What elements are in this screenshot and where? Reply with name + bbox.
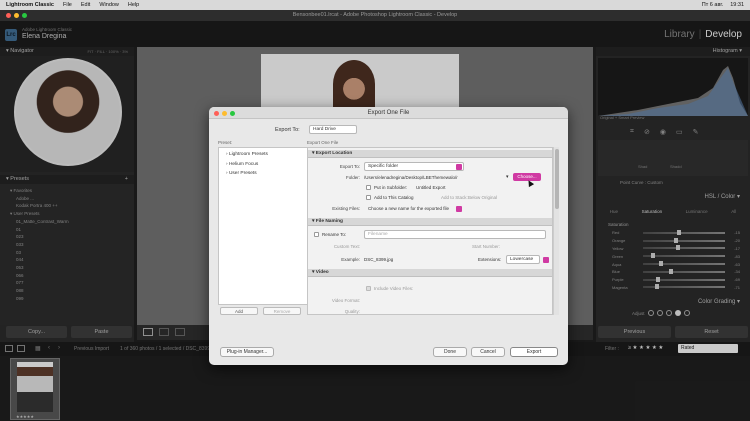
example-label: Example: bbox=[341, 257, 360, 262]
preset-label: Preset: bbox=[218, 140, 233, 145]
subfolder-checkbox[interactable] bbox=[366, 185, 371, 190]
settings-label: Export One File bbox=[307, 140, 339, 145]
rename-checkbox[interactable] bbox=[314, 232, 319, 237]
window-titlebar: Bensonbee01.lrcat - Adobe Photoshop Ligh… bbox=[0, 10, 750, 21]
folder-label: Folder: bbox=[345, 175, 360, 180]
add-to-catalog-checkbox[interactable] bbox=[366, 195, 371, 200]
window-title: Bensonbee01.lrcat - Adobe Photoshop Ligh… bbox=[292, 12, 458, 18]
export-settings: ▾ Export Location Export To: Specific fo… bbox=[307, 147, 553, 315]
menu-date: Пт 6 авг. bbox=[701, 2, 724, 8]
stack-position-select[interactable]: Below Original bbox=[468, 195, 497, 200]
quality-label: Quality: bbox=[344, 309, 360, 314]
done-button[interactable]: Done bbox=[433, 347, 467, 357]
video-format-label: Video Format: bbox=[331, 298, 360, 303]
export-button[interactable]: Export bbox=[510, 347, 558, 357]
folder-dropdown-icon[interactable]: ▾ bbox=[506, 174, 509, 180]
menu-help[interactable]: Help bbox=[128, 2, 139, 8]
export-to-field-label: Export To: bbox=[339, 164, 360, 169]
preset-tree: › Lightroom Presets › Helium Focus › Use… bbox=[218, 147, 311, 305]
dialog-close-icon[interactable] bbox=[214, 110, 219, 116]
menu-app[interactable]: Lightroom Classic bbox=[6, 2, 54, 8]
dialog-title: Export One File bbox=[367, 110, 410, 116]
start-number-label: Start Number: bbox=[472, 244, 501, 249]
close-window-icon[interactable] bbox=[6, 13, 11, 18]
preset-folder[interactable]: › Helium Focus bbox=[219, 160, 310, 170]
subfolder-name[interactable]: Untitled Export bbox=[416, 185, 446, 190]
section-file-naming[interactable]: ▾ File Naming bbox=[308, 218, 552, 226]
include-video-checkbox[interactable] bbox=[366, 286, 371, 291]
example-filename: DSC_8399.jpg bbox=[364, 257, 394, 262]
preset-folder[interactable]: › User Presets bbox=[219, 169, 310, 179]
existing-files-select[interactable]: Choose a new name for the exported file bbox=[368, 206, 449, 211]
zoom-window-icon[interactable] bbox=[22, 13, 27, 18]
dialog-zoom-icon[interactable] bbox=[230, 110, 235, 116]
section-video[interactable]: ▾ Video bbox=[308, 269, 552, 277]
menu-window[interactable]: Window bbox=[99, 2, 119, 8]
dialog-minimize-icon[interactable] bbox=[222, 110, 227, 116]
dialog-titlebar: Export One File bbox=[209, 107, 568, 119]
menu-time: 19:31 bbox=[730, 2, 744, 8]
export-dialog: Export One File Export To: Hard Drive Pr… bbox=[209, 107, 568, 365]
rename-to-label: Rename To: bbox=[322, 232, 347, 237]
menu-edit[interactable]: Edit bbox=[81, 2, 90, 8]
custom-text-label: Custom Text: bbox=[333, 244, 360, 249]
minimize-window-icon[interactable] bbox=[14, 13, 19, 18]
select-arrow-icon[interactable] bbox=[543, 256, 549, 263]
plugin-manager-button[interactable]: Plug-in Manager... bbox=[220, 347, 274, 357]
folder-path: /Users/elenadregina/Desktop/LBEThemewalo… bbox=[364, 175, 458, 180]
menu-file[interactable]: File bbox=[63, 2, 72, 8]
section-export-location[interactable]: ▾ Export Location bbox=[308, 150, 552, 158]
settings-scrollbar[interactable] bbox=[553, 147, 559, 315]
export-location-select[interactable]: Specific folder bbox=[364, 162, 464, 171]
export-to-select[interactable]: Hard Drive bbox=[309, 125, 357, 134]
select-arrow-icon[interactable] bbox=[456, 205, 462, 212]
menu-bar: Lightroom Classic File Edit Window Help … bbox=[0, 0, 750, 10]
existing-files-label: Existing Files: bbox=[332, 206, 360, 211]
cancel-button[interactable]: Cancel bbox=[471, 347, 505, 357]
add-preset-button[interactable]: Add bbox=[220, 307, 258, 315]
export-to-label: Export To: bbox=[275, 127, 300, 133]
extensions-label: Extensions: bbox=[478, 257, 502, 262]
remove-preset-button[interactable]: Remove bbox=[263, 307, 301, 315]
subfolder-label: Put in Subfolder: bbox=[374, 185, 408, 190]
rename-template-select[interactable]: Filename bbox=[364, 230, 546, 239]
scrollbar-thumb[interactable] bbox=[555, 149, 559, 209]
add-to-stack-label: Add to Stack: bbox=[441, 195, 468, 200]
select-arrow-icon[interactable] bbox=[456, 163, 462, 170]
preset-folder[interactable]: › Lightroom Presets bbox=[219, 150, 310, 160]
add-to-catalog-label: Add to This Catalog bbox=[374, 195, 414, 200]
include-video-label: Include Video Files: bbox=[374, 286, 414, 291]
extensions-select[interactable]: Lowercase bbox=[506, 255, 540, 264]
